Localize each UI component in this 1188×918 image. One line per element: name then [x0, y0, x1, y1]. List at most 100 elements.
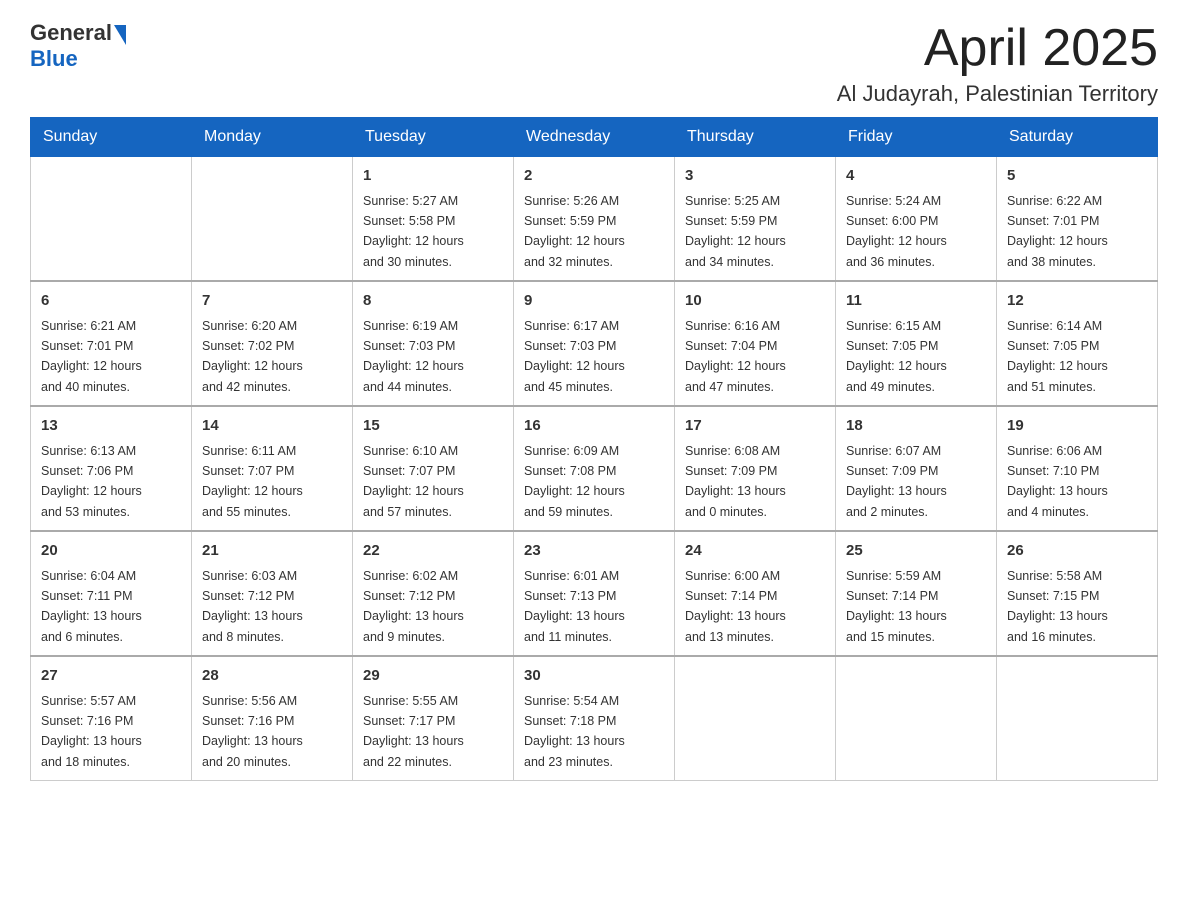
day-info: Sunrise: 6:22 AMSunset: 7:01 PMDaylight:…: [1007, 194, 1108, 269]
day-number: 18: [846, 415, 986, 438]
day-number: 3: [685, 165, 825, 188]
day-number: 19: [1007, 415, 1147, 438]
logo-general-text: General: [30, 20, 112, 46]
weekday-header-saturday: Saturday: [997, 118, 1158, 157]
day-number: 6: [41, 290, 181, 313]
calendar-cell: 11 Sunrise: 6:15 AMSunset: 7:05 PMDayligh…: [836, 281, 997, 406]
day-info: Sunrise: 5:59 AMSunset: 7:14 PMDaylight:…: [846, 569, 947, 644]
day-info: Sunrise: 5:57 AMSunset: 7:16 PMDaylight:…: [41, 694, 142, 769]
weekday-header-thursday: Thursday: [675, 118, 836, 157]
location-title: Al Judayrah, Palestinian Territory: [837, 81, 1158, 107]
day-info: Sunrise: 6:09 AMSunset: 7:08 PMDaylight:…: [524, 444, 625, 519]
day-number: 21: [202, 540, 342, 563]
day-number: 29: [363, 665, 503, 688]
day-number: 4: [846, 165, 986, 188]
day-info: Sunrise: 5:24 AMSunset: 6:00 PMDaylight:…: [846, 194, 947, 269]
day-number: 8: [363, 290, 503, 313]
calendar-cell: 16 Sunrise: 6:09 AMSunset: 7:08 PMDayligh…: [514, 406, 675, 531]
day-number: 23: [524, 540, 664, 563]
day-number: 24: [685, 540, 825, 563]
calendar-cell: 9 Sunrise: 6:17 AMSunset: 7:03 PMDaylight…: [514, 281, 675, 406]
day-number: 30: [524, 665, 664, 688]
logo-triangle-icon: [114, 25, 126, 45]
calendar-cell: 1 Sunrise: 5:27 AMSunset: 5:58 PMDaylight…: [353, 157, 514, 282]
day-number: 22: [363, 540, 503, 563]
calendar-cell: 3 Sunrise: 5:25 AMSunset: 5:59 PMDaylight…: [675, 157, 836, 282]
day-number: 1: [363, 165, 503, 188]
day-info: Sunrise: 6:00 AMSunset: 7:14 PMDaylight:…: [685, 569, 786, 644]
calendar-table: SundayMondayTuesdayWednesdayThursdayFrid…: [30, 117, 1158, 781]
day-info: Sunrise: 6:04 AMSunset: 7:11 PMDaylight:…: [41, 569, 142, 644]
calendar-cell: 17Sunrise: 6:08 AMSunset: 7:09 PMDayligh…: [675, 406, 836, 531]
calendar-cell: 2 Sunrise: 5:26 AMSunset: 5:59 PMDaylight…: [514, 157, 675, 282]
day-info: Sunrise: 6:03 AMSunset: 7:12 PMDaylight:…: [202, 569, 303, 644]
weekday-header-row: SundayMondayTuesdayWednesdayThursdayFrid…: [31, 118, 1158, 157]
day-number: 10: [685, 290, 825, 313]
week-row-2: 6 Sunrise: 6:21 AMSunset: 7:01 PMDaylight…: [31, 281, 1158, 406]
day-number: 9: [524, 290, 664, 313]
calendar-cell: 10 Sunrise: 6:16 AMSunset: 7:04 PMDayligh…: [675, 281, 836, 406]
day-info: Sunrise: 5:54 AMSunset: 7:18 PMDaylight:…: [524, 694, 625, 769]
day-number: 16: [524, 415, 664, 438]
calendar-cell: 26 Sunrise: 5:58 AMSunset: 7:15 PMDayligh…: [997, 531, 1158, 656]
month-title: April 2025: [837, 20, 1158, 77]
calendar-cell: 12 Sunrise: 6:14 AMSunset: 7:05 PMDayligh…: [997, 281, 1158, 406]
calendar-cell: 20 Sunrise: 6:04 AMSunset: 7:11 PMDayligh…: [31, 531, 192, 656]
day-number: 26: [1007, 540, 1147, 563]
logo: General Blue: [30, 20, 126, 72]
day-info: Sunrise: 5:26 AMSunset: 5:59 PMDaylight:…: [524, 194, 625, 269]
calendar-cell: [675, 656, 836, 781]
day-number: 5: [1007, 165, 1147, 188]
day-number: 12: [1007, 290, 1147, 313]
calendar-cell: 18 Sunrise: 6:07 AMSunset: 7:09 PMDayligh…: [836, 406, 997, 531]
day-number: 20: [41, 540, 181, 563]
weekday-header-monday: Monday: [192, 118, 353, 157]
day-info: Sunrise: 6:13 AMSunset: 7:06 PMDaylight:…: [41, 444, 142, 519]
day-info: Sunrise: 6:07 AMSunset: 7:09 PMDaylight:…: [846, 444, 947, 519]
title-block: April 2025 Al Judayrah, Palestinian Terr…: [837, 20, 1158, 107]
calendar-cell: 15 Sunrise: 6:10 AMSunset: 7:07 PMDayligh…: [353, 406, 514, 531]
weekday-header-wednesday: Wednesday: [514, 118, 675, 157]
calendar-cell: 14Sunrise: 6:11 AMSunset: 7:07 PMDayligh…: [192, 406, 353, 531]
day-info: Sunrise: 6:21 AMSunset: 7:01 PMDaylight:…: [41, 319, 142, 394]
day-info: Sunrise: 5:27 AMSunset: 5:58 PMDaylight:…: [363, 194, 464, 269]
calendar-cell: 21 Sunrise: 6:03 AMSunset: 7:12 PMDayligh…: [192, 531, 353, 656]
day-info: Sunrise: 6:02 AMSunset: 7:12 PMDaylight:…: [363, 569, 464, 644]
day-number: 28: [202, 665, 342, 688]
calendar-cell: 8Sunrise: 6:19 AMSunset: 7:03 PMDaylight…: [353, 281, 514, 406]
day-info: Sunrise: 5:25 AMSunset: 5:59 PMDaylight:…: [685, 194, 786, 269]
day-info: Sunrise: 5:58 AMSunset: 7:15 PMDaylight:…: [1007, 569, 1108, 644]
day-number: 11: [846, 290, 986, 313]
day-info: Sunrise: 6:14 AMSunset: 7:05 PMDaylight:…: [1007, 319, 1108, 394]
day-info: Sunrise: 6:01 AMSunset: 7:13 PMDaylight:…: [524, 569, 625, 644]
week-row-1: 1 Sunrise: 5:27 AMSunset: 5:58 PMDaylight…: [31, 157, 1158, 282]
calendar-cell: 6 Sunrise: 6:21 AMSunset: 7:01 PMDaylight…: [31, 281, 192, 406]
day-number: 2: [524, 165, 664, 188]
week-row-3: 13 Sunrise: 6:13 AMSunset: 7:06 PMDayligh…: [31, 406, 1158, 531]
day-info: Sunrise: 6:16 AMSunset: 7:04 PMDaylight:…: [685, 319, 786, 394]
day-info: Sunrise: 6:10 AMSunset: 7:07 PMDaylight:…: [363, 444, 464, 519]
calendar-cell: 4 Sunrise: 5:24 AMSunset: 6:00 PMDaylight…: [836, 157, 997, 282]
calendar-cell: 7Sunrise: 6:20 AMSunset: 7:02 PMDaylight…: [192, 281, 353, 406]
day-number: 7: [202, 290, 342, 313]
day-number: 15: [363, 415, 503, 438]
weekday-header-sunday: Sunday: [31, 118, 192, 157]
calendar-cell: 27Sunrise: 5:57 AMSunset: 7:16 PMDayligh…: [31, 656, 192, 781]
logo-blue-text: Blue: [30, 46, 78, 72]
week-row-4: 20 Sunrise: 6:04 AMSunset: 7:11 PMDayligh…: [31, 531, 1158, 656]
page-header: General Blue April 2025 Al Judayrah, Pal…: [30, 20, 1158, 107]
calendar-cell: 13 Sunrise: 6:13 AMSunset: 7:06 PMDayligh…: [31, 406, 192, 531]
day-info: Sunrise: 6:17 AMSunset: 7:03 PMDaylight:…: [524, 319, 625, 394]
calendar-cell: [836, 656, 997, 781]
day-info: Sunrise: 6:11 AMSunset: 7:07 PMDaylight:…: [202, 444, 303, 519]
calendar-cell: 30 Sunrise: 5:54 AMSunset: 7:18 PMDayligh…: [514, 656, 675, 781]
calendar-cell: 5 Sunrise: 6:22 AMSunset: 7:01 PMDaylight…: [997, 157, 1158, 282]
day-info: Sunrise: 6:15 AMSunset: 7:05 PMDaylight:…: [846, 319, 947, 394]
calendar-cell: [997, 656, 1158, 781]
calendar-cell: 22 Sunrise: 6:02 AMSunset: 7:12 PMDayligh…: [353, 531, 514, 656]
calendar-cell: 24 Sunrise: 6:00 AMSunset: 7:14 PMDayligh…: [675, 531, 836, 656]
week-row-5: 27Sunrise: 5:57 AMSunset: 7:16 PMDayligh…: [31, 656, 1158, 781]
weekday-header-friday: Friday: [836, 118, 997, 157]
day-info: Sunrise: 5:55 AMSunset: 7:17 PMDaylight:…: [363, 694, 464, 769]
day-number: 13: [41, 415, 181, 438]
